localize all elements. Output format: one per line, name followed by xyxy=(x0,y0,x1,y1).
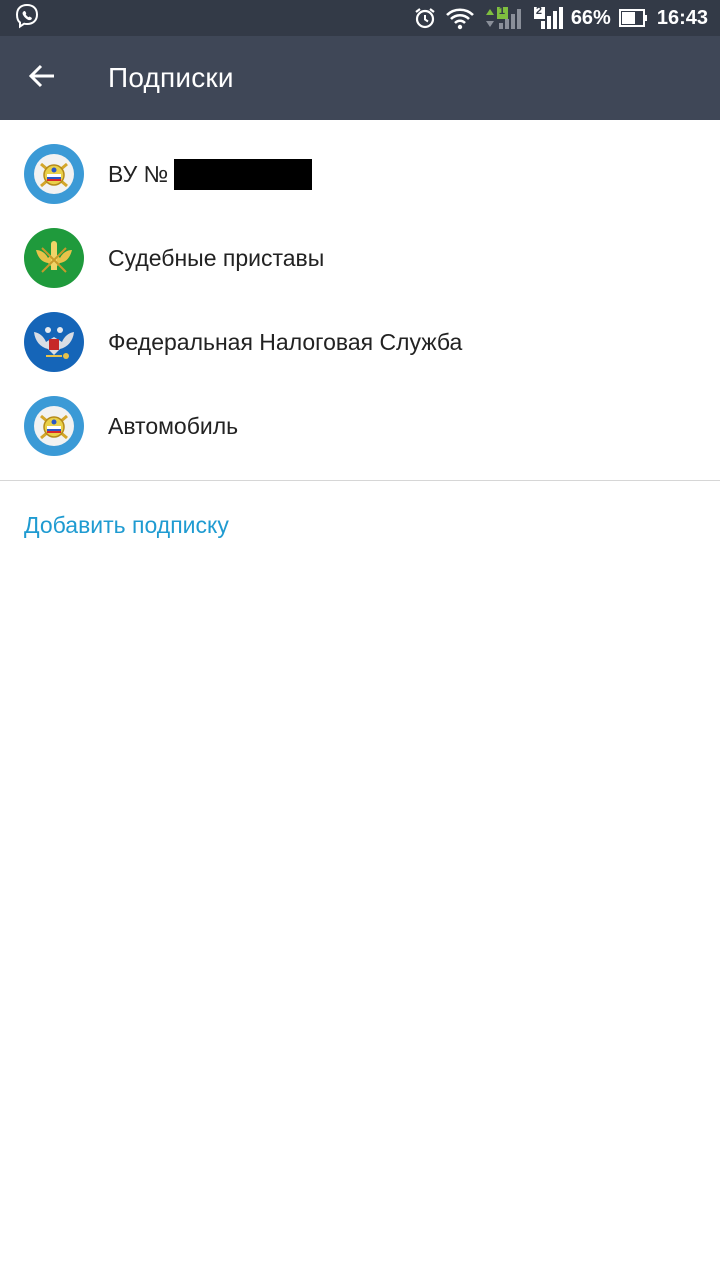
fssp-emblem-icon xyxy=(24,228,84,288)
app-toolbar: Подписки xyxy=(0,36,720,120)
subscription-item-tax-service[interactable]: Федеральная Налоговая Служба xyxy=(0,300,720,384)
subscription-label: ВУ № xyxy=(108,158,313,190)
signal-sim1-icon: 1 xyxy=(483,5,525,31)
add-subscription-button[interactable]: Добавить подписку xyxy=(24,512,229,539)
subscription-item-vu[interactable]: ВУ № xyxy=(0,132,720,216)
signal-sim2-icon: 2 xyxy=(533,5,563,31)
subscription-item-bailiffs[interactable]: Судебные приставы xyxy=(0,216,720,300)
wifi-icon xyxy=(445,6,475,30)
arrow-left-icon xyxy=(28,62,56,95)
back-button[interactable] xyxy=(0,36,84,120)
status-right: 1 2 66% 16:43 xyxy=(413,5,708,31)
list-divider xyxy=(0,480,720,481)
sim1-number: 1 xyxy=(498,5,505,17)
subscription-label: Автомобиль xyxy=(108,412,239,439)
subscription-label: Федеральная Налоговая Служба xyxy=(108,328,463,355)
subscription-item-car[interactable]: Автомобиль xyxy=(0,384,720,468)
subscription-label: Судебные приставы xyxy=(108,244,325,271)
gibdd-emblem-icon xyxy=(24,144,84,204)
subscription-list: ВУ № Судебные приставы Федеральная Налог… xyxy=(0,120,720,468)
status-left xyxy=(14,3,40,34)
viber-icon xyxy=(14,3,40,34)
fns-emblem-icon xyxy=(24,312,84,372)
clock: 16:43 xyxy=(656,6,708,29)
alarm-icon xyxy=(413,6,437,30)
gibdd-emblem-icon xyxy=(24,396,84,456)
battery-icon xyxy=(618,8,649,28)
status-bar: 1 2 66% 16:43 xyxy=(0,0,720,36)
redacted-number xyxy=(174,158,313,190)
subscription-label-text: ВУ № xyxy=(108,160,169,187)
page-title: Подписки xyxy=(108,62,234,93)
sim2-number: 2 xyxy=(535,5,542,17)
battery-percent: 66% xyxy=(570,6,611,29)
